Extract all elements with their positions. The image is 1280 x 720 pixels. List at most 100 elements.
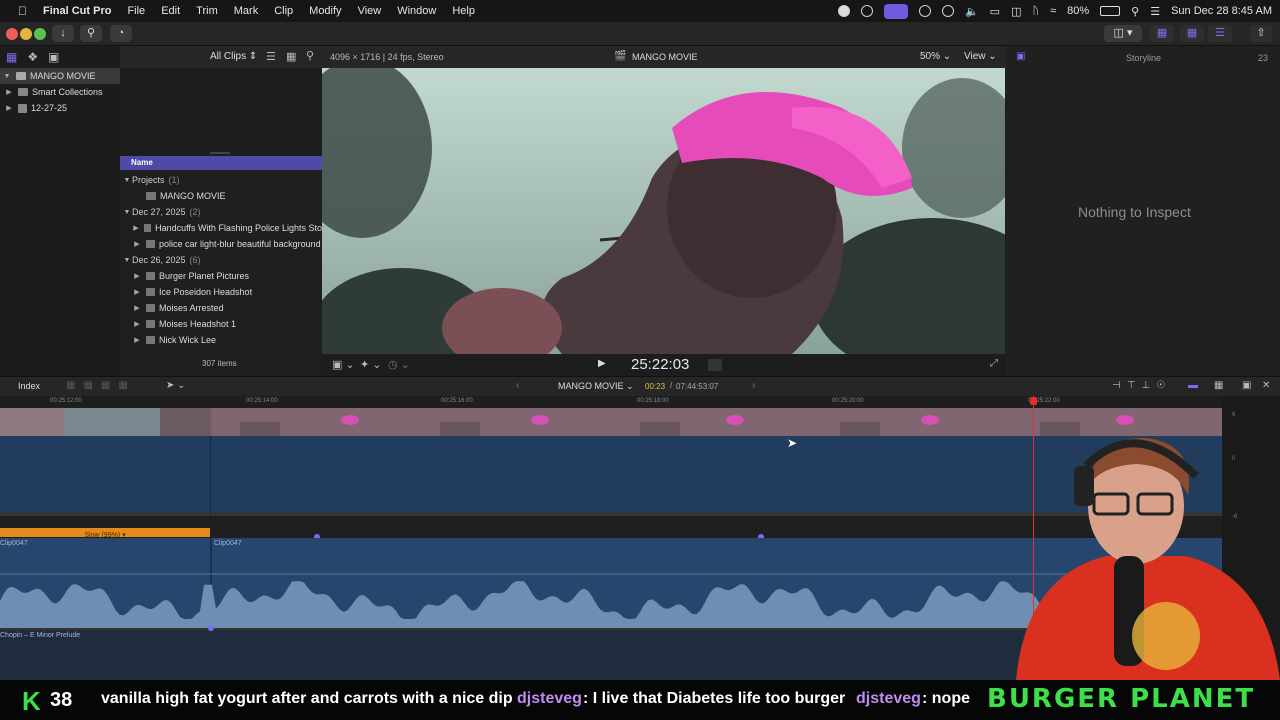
zoom-dropdown[interactable]: 50% ⌄ (920, 51, 951, 62)
disclosure-open-icon[interactable]: ▼ (122, 257, 132, 264)
disclosure-open-icon[interactable]: ▼ (122, 209, 132, 216)
battery-icon[interactable] (1100, 6, 1121, 16)
photos-audio-icon[interactable]: ❖ (27, 50, 38, 64)
display-icon[interactable]: ▭ (990, 5, 1000, 18)
keyframe-marker[interactable] (208, 625, 214, 631)
group-dec-26[interactable]: ▼ Dec 26, 2025 (6) (120, 252, 322, 268)
disclosure-closed-icon[interactable]: ▶ (132, 240, 142, 248)
list-item[interactable]: ▶ Moises Arrested (120, 300, 322, 316)
library-item-event[interactable]: ▶ 12-27-25 (0, 100, 120, 116)
enhance-icon[interactable]: ✦ ⌄ (360, 358, 382, 371)
list-item[interactable]: ▶ Burger Planet Pictures (120, 268, 322, 284)
list-item[interactable]: MANGO MOVIE (120, 188, 322, 204)
apple-icon[interactable]:  (10, 4, 35, 18)
menu-mark[interactable]: Mark (226, 5, 266, 17)
menu-view[interactable]: View (350, 5, 390, 17)
video-frame-image (322, 68, 1005, 354)
status-cycle-icon[interactable] (860, 5, 873, 17)
list-item[interactable]: ▶ police car light-blur beautiful backgr… (120, 236, 322, 252)
clip-filter-dropdown[interactable]: All Clips ⇕ (210, 51, 257, 62)
library-item-mango-movie[interactable]: ▼ MANGO MOVIE (0, 68, 120, 84)
menu-trim[interactable]: Trim (188, 5, 226, 17)
group-count: (2) (189, 207, 201, 217)
playhead-handle[interactable] (1030, 397, 1037, 405)
ruler-tick: 00:25:18:00 (637, 398, 669, 404)
disclosure-closed-icon[interactable]: ▶ (132, 288, 142, 296)
retime-bar[interactable]: Slow (99%) ▾ (0, 528, 210, 539)
audio-skimming-icon[interactable]: ▣ (1242, 380, 1251, 391)
screen-record-icon[interactable] (883, 3, 908, 19)
play-button[interactable]: ▶ (598, 358, 606, 369)
list-item[interactable]: ▶ Handcuffs With Flashing Police Lights … (120, 220, 322, 236)
list-icon[interactable] (918, 5, 931, 17)
keyword-button[interactable]: ⚲ (80, 25, 102, 42)
monitor-icon[interactable]: ◫ (1011, 5, 1021, 18)
wifi-icon[interactable]: ≈ (1050, 5, 1056, 17)
back-arrow-icon[interactable]: ‹ (516, 380, 519, 391)
zoom-button[interactable] (34, 28, 46, 40)
snapping-icon[interactable]: ▦ (1214, 380, 1223, 391)
disclosure-closed-icon[interactable]: ▶ (132, 336, 142, 344)
close-button[interactable] (6, 28, 18, 40)
timeline-project-dropdown[interactable]: MANGO MOVIE ⌄ (558, 381, 634, 392)
menu-help[interactable]: Help (444, 5, 483, 17)
list-item[interactable]: ▶ Nick Wick Lee (120, 332, 322, 348)
close-icon[interactable]: ✕ (1262, 380, 1270, 391)
background-tasks-button[interactable]: ◔ (110, 25, 132, 42)
menu-edit[interactable]: Edit (153, 5, 188, 17)
group-projects[interactable]: ▼ Projects (1) (120, 172, 322, 188)
timeline-tools[interactable]: ⊣⊤⊥☉ (1112, 380, 1171, 391)
search-icon[interactable]: ⚲ (1131, 5, 1139, 18)
menu-file[interactable]: File (119, 5, 153, 17)
import-button[interactable]: ↓ (52, 25, 74, 42)
view-dropdown[interactable]: View ⌄ (964, 51, 997, 62)
transform-tool-icon[interactable]: ▣ ⌄ (332, 358, 355, 371)
libraries-icon[interactable]: ▦ (6, 50, 17, 64)
disclosure-closed-icon[interactable]: ▶ (132, 304, 142, 312)
search-icon[interactable]: ⚲ (306, 49, 314, 62)
disclosure-closed-icon[interactable]: ▶ (4, 104, 14, 112)
timeline-ruler[interactable]: 00:25:12:00 00:25:14:00 00:25:16:00 00:2… (0, 396, 1222, 408)
menu-window[interactable]: Window (389, 5, 444, 17)
disclosure-open-icon[interactable]: ▼ (122, 177, 132, 184)
disclosure-closed-icon[interactable]: ▶ (132, 320, 142, 328)
filmstrip-view-icon[interactable]: ▦ (286, 50, 296, 63)
control-center-icon[interactable]: ☰ (1150, 5, 1160, 18)
play-circle-icon[interactable] (941, 5, 954, 17)
menu-clip[interactable]: Clip (266, 5, 301, 17)
list-view-icon[interactable]: ☰ (266, 50, 276, 63)
library-item-smart-collections[interactable]: ▶ Smart Collections (0, 84, 120, 100)
forward-arrow-icon[interactable]: › (752, 380, 755, 391)
resize-handle[interactable] (210, 152, 230, 154)
list-item[interactable]: ▶ Moises Headshot 1 (120, 316, 322, 332)
disclosure-closed-icon[interactable]: ▶ (132, 272, 142, 280)
titles-generators-icon[interactable]: ▣ (48, 50, 59, 64)
app-menu[interactable]: Final Cut Pro (35, 5, 119, 17)
minimize-button[interactable] (20, 28, 32, 40)
video-frame[interactable] (322, 68, 1005, 354)
disclosure-open-icon[interactable]: ▼ (2, 73, 12, 80)
list-item[interactable]: ▶ Ice Poseidon Headshot (120, 284, 322, 300)
app-toolbar: ↓ ⚲ ◔ ◫ ▾ ▦ ▦ ☰ ⇧ (0, 22, 1280, 46)
share-layout-button[interactable]: ◫ ▾ (1104, 25, 1142, 42)
disclosure-closed-icon[interactable]: ▶ (132, 224, 140, 232)
speed-icon[interactable]: ◷ ⌄ (388, 358, 410, 371)
ruler-tick: 00:25:16:00 (441, 398, 473, 404)
group-dec-27[interactable]: ▼ Dec 27, 2025 (2) (120, 204, 322, 220)
show-browser-button[interactable]: ▦ (1150, 25, 1174, 42)
select-tool-icon[interactable]: ➤ ⌄ (166, 380, 186, 391)
inspector-storyline-icon[interactable]: ▣ (1016, 51, 1025, 62)
bluetooth-icon[interactable]: ᚢ (1032, 5, 1039, 17)
share-button[interactable]: ⇧ (1250, 25, 1272, 42)
status-circle-icon[interactable] (837, 5, 850, 17)
menu-modify[interactable]: Modify (301, 5, 349, 17)
index-button[interactable]: Index (18, 381, 40, 391)
disclosure-closed-icon[interactable]: ▶ (4, 88, 14, 96)
show-timeline-button[interactable]: ▦ (1180, 25, 1204, 42)
show-inspector-button[interactable]: ☰ (1208, 25, 1232, 42)
volume-icon[interactable]: 🔈 (965, 5, 979, 18)
name-column-header[interactable]: Name (120, 156, 322, 170)
clip-appearance-icon[interactable]: ▬ (1188, 380, 1198, 391)
clock[interactable]: Sun Dec 28 8:45 AM (1171, 5, 1272, 17)
fullscreen-icon[interactable]: ⤢ (990, 358, 998, 369)
